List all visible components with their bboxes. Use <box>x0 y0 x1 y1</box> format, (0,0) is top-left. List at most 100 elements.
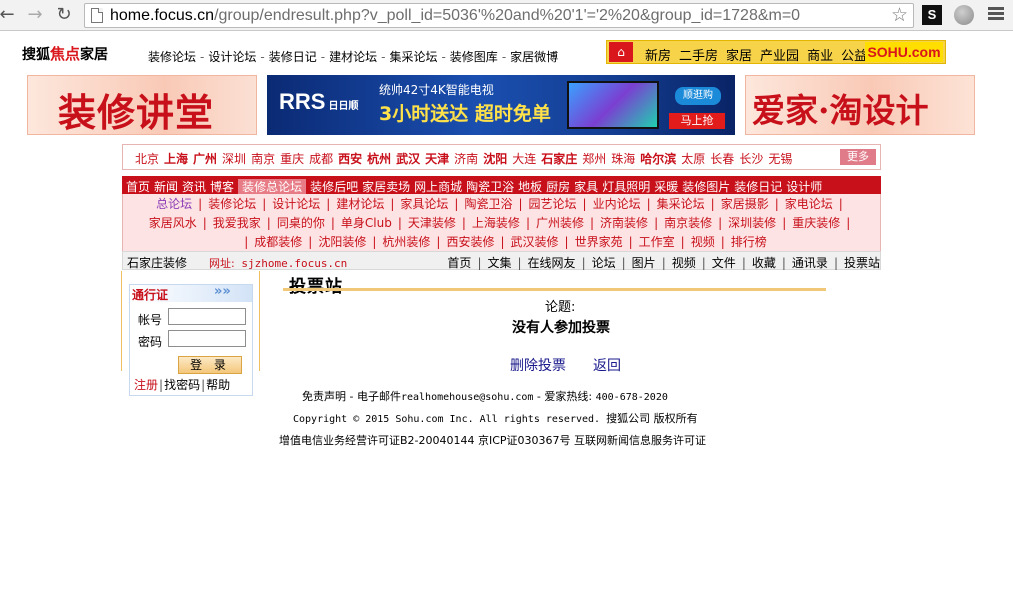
forum-link[interactable]: 家具论坛 <box>400 197 448 211</box>
banner-love-home-design[interactable]: 爱家·淘设计 <box>745 75 975 135</box>
group-link[interactable]: 视频 <box>672 256 696 270</box>
forum-link[interactable]: 广州装修 <box>536 216 584 230</box>
group-link[interactable]: 首页 <box>447 256 471 270</box>
account-input[interactable] <box>168 308 246 325</box>
forum-link[interactable]: 世界家苑 <box>575 235 623 249</box>
sohu-link[interactable]: 产业园 <box>760 49 799 64</box>
city-link[interactable]: 郑州 <box>582 152 606 166</box>
city-link[interactable]: 成都 <box>309 152 333 166</box>
forum-link[interactable]: 济南装修 <box>600 216 648 230</box>
city-link[interactable]: 无锡 <box>768 152 792 166</box>
forum-link[interactable]: 单身Club <box>341 216 392 230</box>
main-nav-item[interactable]: 家居卖场 <box>362 180 410 194</box>
forum-link[interactable]: 重庆装修 <box>792 216 840 230</box>
more-cities-button[interactable]: 更多 <box>840 149 876 165</box>
main-nav-item[interactable]: 网上商城 <box>414 180 462 194</box>
forum-link[interactable]: 同桌的你 <box>277 216 325 230</box>
forum-link[interactable]: 西安装修 <box>446 235 494 249</box>
city-link[interactable]: 广州 <box>193 152 217 166</box>
extension-s-icon[interactable]: S <box>922 5 942 25</box>
banner-decoration-lecture[interactable]: 装修讲堂 <box>27 75 257 135</box>
main-nav-item[interactable]: 陶瓷卫浴 <box>466 180 514 194</box>
banner-rrs-tv-ad[interactable]: RRS 日日顺 统帅42寸4K智能电视 3小时送达 超时免单 顺逛购 马上抢 <box>267 75 735 135</box>
group-link[interactable]: 通讯录 <box>792 256 828 270</box>
main-nav-item[interactable]: 博客 <box>210 180 234 194</box>
main-nav-item[interactable]: 新闻 <box>154 180 178 194</box>
main-nav-item[interactable]: 装修总论坛 <box>238 179 307 195</box>
forum-link[interactable]: 设计论坛 <box>272 197 320 211</box>
city-link[interactable]: 大连 <box>512 152 536 166</box>
forum-link[interactable]: 园艺论坛 <box>529 197 577 211</box>
forum-link[interactable]: 装修论坛 <box>208 197 256 211</box>
group-link[interactable]: 收藏 <box>752 256 776 270</box>
forum-link[interactable]: 武汉装修 <box>511 235 559 249</box>
main-nav-item[interactable]: 地板 <box>518 180 542 194</box>
city-link[interactable]: 石家庄 <box>541 152 577 166</box>
forum-link[interactable]: 深圳装修 <box>728 216 776 230</box>
forum-link[interactable]: 陶瓷卫浴 <box>464 197 512 211</box>
address-bar[interactable]: home.focus.cn/group/endresult.php?v_poll… <box>84 3 914 28</box>
group-link[interactable]: 文集 <box>487 256 511 270</box>
group-name[interactable]: 石家庄装修 <box>127 254 187 271</box>
home-icon[interactable]: ⌂ <box>609 42 633 62</box>
delete-vote-link[interactable]: 删除投票 <box>510 355 566 375</box>
forum-link[interactable]: 排行榜 <box>731 235 767 249</box>
city-link[interactable]: 长沙 <box>739 152 763 166</box>
forum-link[interactable]: 家居摄影 <box>721 197 769 211</box>
find-password-link[interactable]: 找密码 <box>164 378 200 392</box>
city-link[interactable]: 深圳 <box>222 152 246 166</box>
group-url-value[interactable]: sjzhome.focus.cn <box>241 257 347 270</box>
reload-icon[interactable]: ↻ <box>53 4 75 26</box>
city-link[interactable]: 南京 <box>251 152 275 166</box>
city-link[interactable]: 长春 <box>710 152 734 166</box>
top-link[interactable]: 装修日记 <box>269 50 317 64</box>
forum-link[interactable]: 成都装修 <box>254 235 302 249</box>
menu-icon[interactable] <box>988 7 1004 22</box>
forward-arrow-icon[interactable]: → <box>24 4 46 26</box>
forum-link[interactable]: 杭州装修 <box>382 235 430 249</box>
city-link[interactable]: 太原 <box>681 152 705 166</box>
top-link[interactable]: 装修论坛 <box>148 50 196 64</box>
group-link[interactable]: 投票站 <box>844 256 880 270</box>
main-nav-item[interactable]: 装修后吧 <box>310 180 358 194</box>
city-link[interactable]: 杭州 <box>367 152 391 166</box>
forum-link[interactable]: 沈阳装修 <box>318 235 366 249</box>
url-text[interactable]: home.focus.cn/group/endresult.php?v_poll… <box>110 7 800 25</box>
forum-link[interactable]: 家居风水 <box>149 216 197 230</box>
forum-link[interactable]: 业内论坛 <box>593 197 641 211</box>
forum-link[interactable]: 上海装修 <box>472 216 520 230</box>
forum-link[interactable]: 家电论坛 <box>785 197 833 211</box>
forum-link[interactable]: 南京装修 <box>664 216 712 230</box>
email-link[interactable]: realhomehouse@sohu.com <box>401 392 533 403</box>
main-nav-item[interactable]: 首页 <box>126 180 150 194</box>
buy-now-button[interactable]: 马上抢 <box>669 113 725 129</box>
main-nav-item[interactable]: 资讯 <box>182 180 206 194</box>
group-link[interactable]: 论坛 <box>592 256 616 270</box>
register-link[interactable]: 注册 <box>134 378 158 392</box>
main-nav-item[interactable]: 设计师 <box>786 180 822 194</box>
city-link[interactable]: 沈阳 <box>483 152 507 166</box>
forum-link[interactable]: 建材论坛 <box>336 197 384 211</box>
group-link[interactable]: 在线网友 <box>528 256 576 270</box>
login-button[interactable]: 登 录 <box>178 356 242 374</box>
password-input[interactable] <box>168 330 246 347</box>
forum-link[interactable]: 总论坛 <box>156 197 192 211</box>
forum-link[interactable]: 我爱我家 <box>213 216 261 230</box>
main-nav-item[interactable]: 装修图片 <box>682 180 730 194</box>
sohu-logo[interactable]: SOHU.com <box>865 42 943 62</box>
city-link[interactable]: 西安 <box>338 152 362 166</box>
forum-link[interactable]: 工作室 <box>639 235 675 249</box>
main-nav-item[interactable]: 采暖 <box>654 180 678 194</box>
city-link[interactable]: 重庆 <box>280 152 304 166</box>
top-link[interactable]: 建材论坛 <box>329 50 377 64</box>
main-nav-item[interactable]: 厨房 <box>546 180 570 194</box>
group-link[interactable]: 图片 <box>632 256 656 270</box>
sohu-link[interactable]: 家居 <box>726 49 752 64</box>
sohu-link[interactable]: 二手房 <box>679 49 718 64</box>
main-nav-item[interactable]: 家具 <box>574 180 598 194</box>
top-link[interactable]: 家居微博 <box>510 50 558 64</box>
city-link[interactable]: 天津 <box>425 152 449 166</box>
top-link[interactable]: 设计论坛 <box>208 50 256 64</box>
top-link[interactable]: 装修图库 <box>450 50 498 64</box>
back-link[interactable]: 返回 <box>593 355 621 375</box>
